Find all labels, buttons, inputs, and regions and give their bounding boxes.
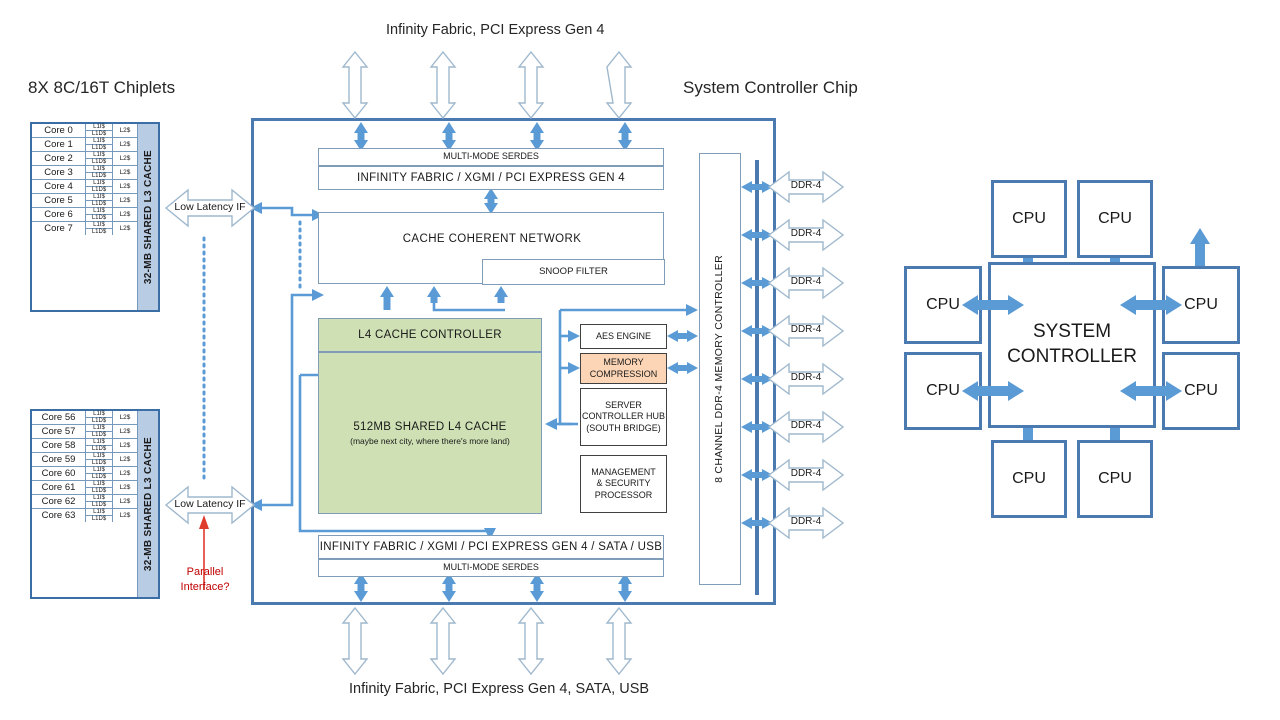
- topology-arrow-left-upper: [962, 295, 1024, 315]
- topology-arrow-right-upper: [1120, 295, 1182, 315]
- topology-arrow-left-lower: [962, 381, 1024, 401]
- topology-arrow-right-lower: [1120, 381, 1182, 401]
- topology-horizontal-arrow-layer: [962, 295, 1182, 401]
